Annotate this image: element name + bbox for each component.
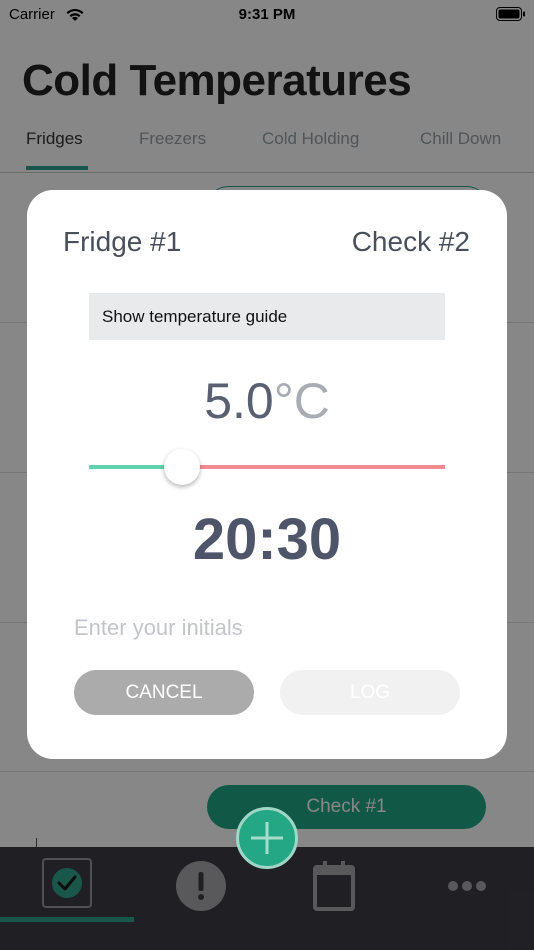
temperature-unit: °C: [273, 373, 330, 429]
temperature-log-dialog: Fridge #1 Check #2 Show temperature guid…: [27, 190, 507, 759]
temperature-guide-button[interactable]: Show temperature guide: [89, 293, 445, 340]
plus-icon: [251, 822, 283, 854]
initials-input[interactable]: [74, 615, 454, 641]
check-time: 20:30: [192, 507, 342, 572]
unit-name: Fridge #1: [63, 226, 182, 257]
log-button[interactable]: LOG: [280, 670, 460, 715]
temperature-slider-thumb[interactable]: [163, 449, 200, 485]
temperature-readout: 5.0°C: [27, 372, 507, 430]
check-name: Check #2: [351, 226, 470, 257]
add-button[interactable]: [236, 807, 298, 869]
cancel-button[interactable]: CANCEL: [74, 670, 254, 715]
temperature-value: 5.0: [204, 373, 274, 429]
slider-track-high[interactable]: [181, 465, 445, 469]
